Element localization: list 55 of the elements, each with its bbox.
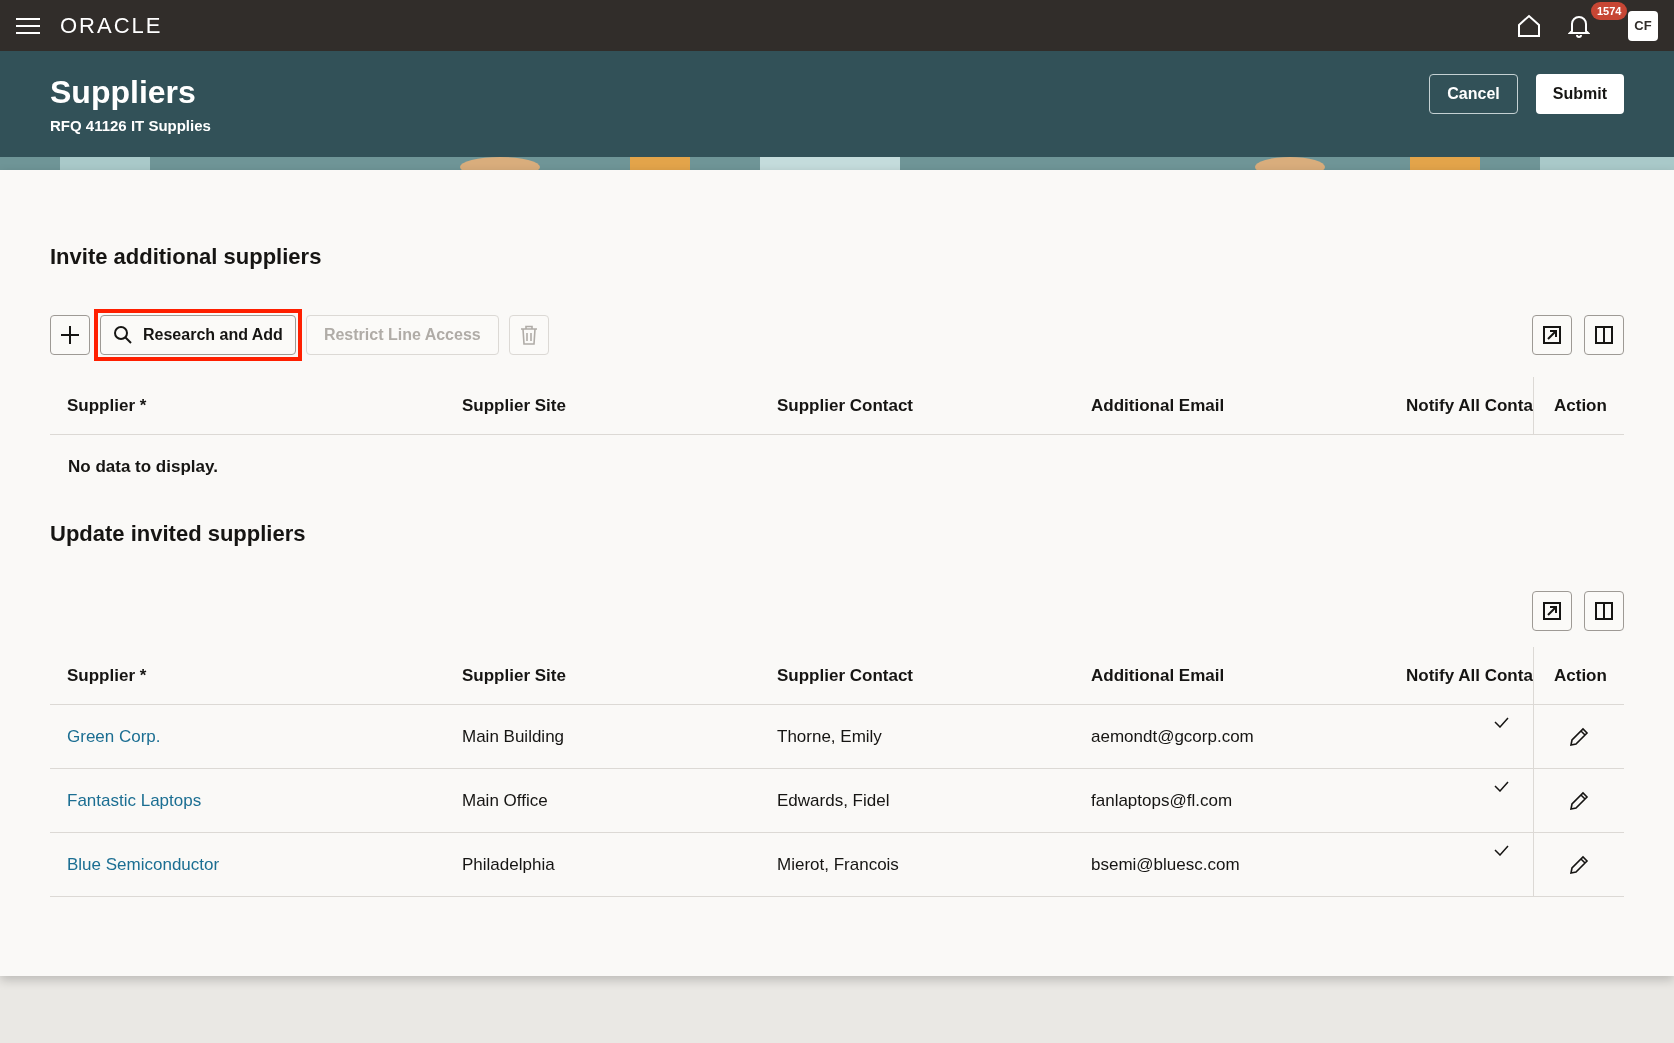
user-avatar[interactable]: CF xyxy=(1628,10,1658,41)
supplier-contact: Edwards, Fidel xyxy=(777,789,890,812)
column-header: Additional Email xyxy=(1091,394,1225,417)
additional-email: aemondt@gcorp.com xyxy=(1091,725,1254,748)
column-header: Supplier Site xyxy=(462,394,566,417)
notifications-button[interactable] xyxy=(1568,13,1590,38)
supplier-site: Main Office xyxy=(462,789,548,812)
export-icon xyxy=(1542,325,1562,345)
split-view-icon xyxy=(1594,325,1614,345)
section-title: Update invited suppliers xyxy=(50,520,307,548)
column-header: Supplier * xyxy=(67,664,147,687)
home-icon xyxy=(1516,12,1542,39)
oracle-logo[interactable]: ORACLE xyxy=(60,9,163,42)
column-header: Supplier Contact xyxy=(777,664,913,687)
submit-button[interactable]: Submit xyxy=(1535,74,1624,114)
column-header: Action xyxy=(1554,394,1607,417)
supplier-site: Philadelphia xyxy=(462,853,555,876)
column-header: Additional Email xyxy=(1091,664,1225,687)
cancel-button[interactable]: Cancel xyxy=(1429,74,1518,114)
column-header: Supplier * xyxy=(67,394,147,417)
pencil-icon xyxy=(1568,726,1589,747)
supplier-link[interactable]: Fantastic Laptops xyxy=(67,787,202,814)
columns-button[interactable] xyxy=(1584,315,1624,355)
add-button[interactable] xyxy=(50,315,90,355)
column-header: Notify All Conta xyxy=(1406,664,1533,687)
columns-button[interactable] xyxy=(1584,591,1624,631)
supplier-link[interactable]: Green Corp. xyxy=(67,723,161,750)
trash-icon xyxy=(519,325,538,345)
bell-icon xyxy=(1568,13,1590,38)
plus-icon xyxy=(59,324,81,346)
page-title: Suppliers xyxy=(50,73,197,111)
section-title: Invite additional suppliers xyxy=(50,243,323,271)
column-header: Notify All Conta xyxy=(1406,394,1533,417)
additional-email: bsemi@bluesc.com xyxy=(1091,853,1240,876)
research-and-add-button[interactable]: Research and Add xyxy=(100,315,296,355)
column-header: Supplier Contact xyxy=(777,394,913,417)
home-button[interactable] xyxy=(1516,12,1542,39)
empty-message: No data to display. xyxy=(68,456,218,479)
column-header: Supplier Site xyxy=(462,664,566,687)
export-icon xyxy=(1542,601,1562,621)
supplier-contact: Thorne, Emily xyxy=(777,725,882,748)
supplier-contact: Mierot, Francois xyxy=(777,853,899,876)
pencil-icon xyxy=(1568,854,1589,875)
additional-email: fanlaptops@fl.com xyxy=(1091,789,1233,812)
supplier-link[interactable]: Blue Semiconductor xyxy=(67,851,220,878)
split-view-icon xyxy=(1594,601,1614,621)
pencil-icon xyxy=(1568,790,1589,811)
supplier-site: Main Building xyxy=(462,725,565,748)
search-icon xyxy=(113,325,133,345)
export-button[interactable] xyxy=(1532,315,1572,355)
export-button[interactable] xyxy=(1532,591,1572,631)
notification-badge: 1574 xyxy=(1591,1,1628,20)
column-header: Action xyxy=(1554,664,1607,687)
page-subtitle: RFQ 41126 IT Supplies xyxy=(50,116,211,136)
menu-icon xyxy=(16,15,40,36)
